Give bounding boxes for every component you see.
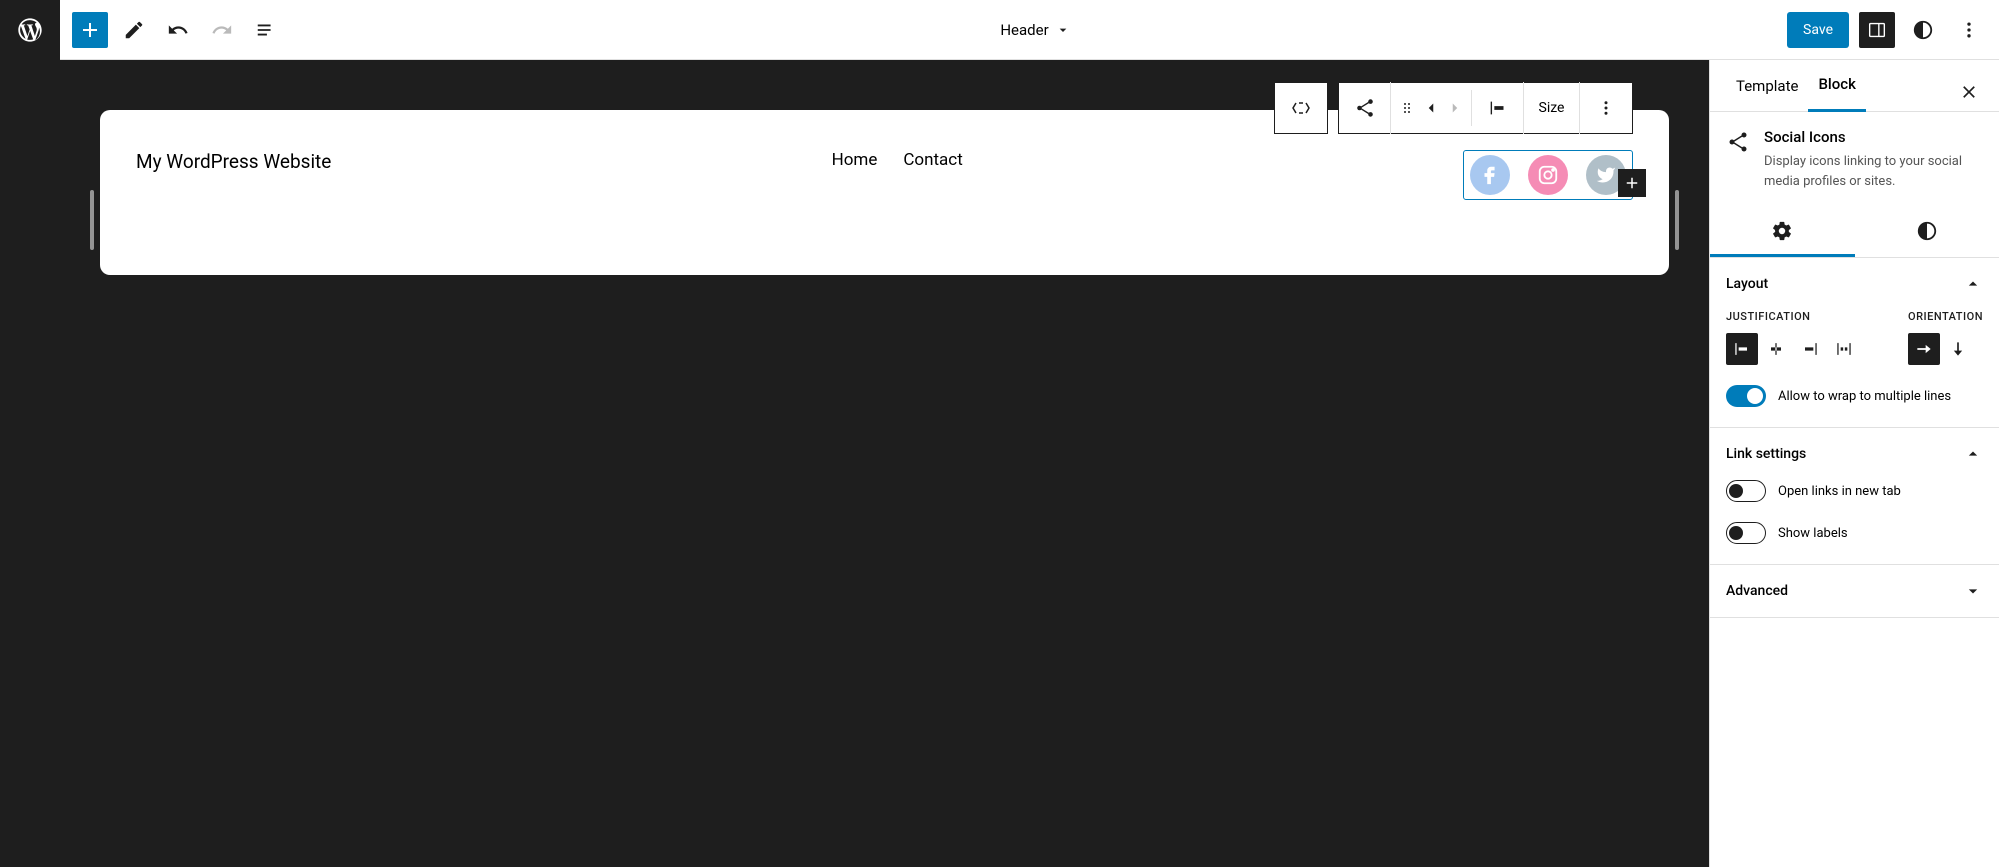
sidebar-toggle-button[interactable] [1859, 12, 1895, 48]
admin-bar [0, 0, 60, 867]
new-tab-toggle[interactable] [1726, 480, 1766, 502]
header-template[interactable]: Size My WordPress Website Home Contact [100, 110, 1669, 275]
block-title: Social Icons [1764, 128, 1983, 146]
size-button[interactable]: Size [1524, 82, 1580, 134]
justification-label: Justification [1726, 310, 1860, 323]
settings-tab[interactable] [1710, 207, 1855, 257]
wrap-toggle-label: Allow to wrap to multiple lines [1778, 389, 1951, 404]
chevron-down-icon [1963, 581, 1983, 601]
layout-panel-header[interactable]: Layout [1710, 258, 1999, 310]
chevron-up-icon [1963, 274, 1983, 294]
block-options-button[interactable] [1580, 82, 1632, 134]
justify-center-button[interactable] [1760, 333, 1792, 365]
wrap-toggle[interactable] [1726, 385, 1766, 407]
justify-button[interactable] [1472, 82, 1524, 134]
orientation-horizontal-button[interactable] [1908, 333, 1940, 365]
justify-left-button[interactable] [1726, 333, 1758, 365]
options-button[interactable] [1951, 12, 1987, 48]
undo-button[interactable] [160, 12, 196, 48]
justify-space-between-button[interactable] [1828, 333, 1860, 365]
nav-item[interactable]: Home [832, 150, 878, 170]
show-labels-label: Show labels [1778, 526, 1848, 541]
top-toolbar: Header Save [60, 0, 1999, 60]
drag-handle-icon[interactable] [1395, 90, 1419, 126]
advanced-panel-header[interactable]: Advanced [1710, 565, 1999, 617]
instagram-icon[interactable] [1528, 155, 1568, 195]
show-labels-toggle[interactable] [1726, 522, 1766, 544]
tab-block[interactable]: Block [1808, 60, 1865, 112]
share-icon [1726, 130, 1750, 191]
resize-handle-right[interactable] [1675, 190, 1679, 250]
styles-button[interactable] [1905, 12, 1941, 48]
navigation[interactable]: Home Contact [832, 150, 963, 170]
wordpress-logo-icon[interactable] [12, 12, 48, 48]
settings-sidebar: Template Block Social Icons Display icon… [1709, 60, 1999, 867]
block-header: Social Icons Display icons linking to yo… [1710, 112, 1999, 207]
styles-icon [1916, 220, 1938, 242]
move-up-button[interactable] [1419, 90, 1443, 126]
orientation-label: Orientation [1908, 310, 1983, 323]
document-title[interactable]: Header [284, 21, 1787, 39]
chevron-up-icon [1963, 444, 1983, 464]
save-button[interactable]: Save [1787, 12, 1849, 48]
document-title-text: Header [1000, 21, 1048, 39]
block-toolbar: Size [1274, 82, 1633, 134]
site-title[interactable]: My WordPress Website [136, 150, 331, 173]
orientation-vertical-button[interactable] [1942, 333, 1974, 365]
facebook-icon[interactable] [1470, 155, 1510, 195]
gear-icon [1771, 220, 1793, 242]
block-type-button[interactable] [1275, 82, 1327, 134]
add-social-icon-button[interactable] [1618, 169, 1646, 197]
new-tab-label: Open links in new tab [1778, 484, 1901, 499]
layout-panel-title: Layout [1726, 276, 1768, 292]
nav-item[interactable]: Contact [903, 150, 962, 170]
close-sidebar-button[interactable] [1951, 74, 1987, 110]
resize-handle-left[interactable] [90, 190, 94, 250]
link-settings-panel-header[interactable]: Link settings [1710, 428, 1999, 480]
tab-template[interactable]: Template [1726, 60, 1808, 112]
justify-right-button[interactable] [1794, 333, 1826, 365]
chevron-down-icon [1055, 22, 1071, 38]
social-icons-block[interactable] [1463, 150, 1633, 200]
list-view-button[interactable] [248, 12, 284, 48]
block-description: Display icons linking to your social med… [1764, 152, 1983, 191]
redo-button[interactable] [204, 12, 240, 48]
styles-tab[interactable] [1855, 207, 1999, 257]
move-down-button[interactable] [1443, 90, 1467, 126]
advanced-title: Advanced [1726, 583, 1788, 599]
share-icon-button[interactable] [1339, 82, 1391, 134]
link-settings-title: Link settings [1726, 446, 1806, 462]
block-inserter-button[interactable] [72, 12, 108, 48]
editor-canvas-wrap: Size My WordPress Website Home Contact [60, 60, 1709, 867]
tools-button[interactable] [116, 12, 152, 48]
